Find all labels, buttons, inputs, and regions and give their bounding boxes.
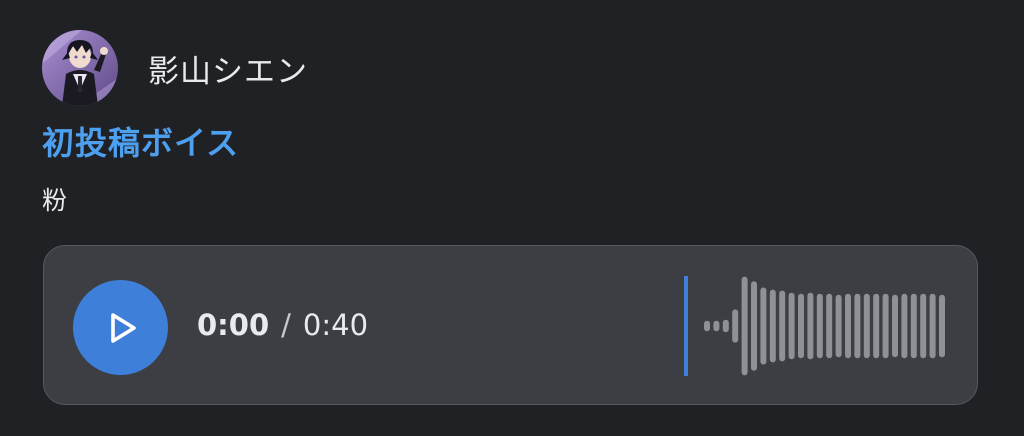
waveform-bar xyxy=(939,294,945,358)
waveform-bar xyxy=(882,293,889,359)
waveform-bar xyxy=(863,293,870,359)
waveform-bar xyxy=(798,293,804,359)
waveform-bar xyxy=(769,289,776,363)
author-avatar[interactable] xyxy=(42,30,118,106)
total-duration: 0:40 xyxy=(302,308,369,342)
waveform-graphic xyxy=(684,276,945,376)
waveform-bar xyxy=(741,276,748,376)
current-time: 0:00 xyxy=(197,308,270,342)
waveform-bar xyxy=(807,292,814,360)
waveform-bar xyxy=(751,281,757,371)
waveform-bar xyxy=(892,294,898,358)
post-title-link[interactable]: 初投稿ボイス xyxy=(42,118,239,164)
audio-player: 0:00 / 0:40 xyxy=(43,245,978,405)
waveform-bar xyxy=(704,320,710,332)
time-separator: / xyxy=(281,308,291,342)
waveform-bar xyxy=(901,293,908,359)
waveform-bar xyxy=(920,293,927,359)
waveform-bar xyxy=(788,292,795,360)
waveform-bar xyxy=(845,293,851,359)
waveform-bar xyxy=(779,290,786,362)
waveform-bar xyxy=(722,319,729,333)
waveform-bar xyxy=(873,293,880,359)
waveform-bar xyxy=(760,287,767,365)
waveform-bar xyxy=(816,293,823,359)
waveform-bar xyxy=(929,293,936,359)
waveform-bar xyxy=(910,293,917,359)
waveform-seekbar[interactable] xyxy=(680,270,960,382)
play-icon xyxy=(110,312,136,343)
waveform-bar xyxy=(854,293,861,359)
waveform-bar xyxy=(732,309,739,343)
waveform-bar xyxy=(835,294,842,358)
waveform-bar xyxy=(826,293,833,359)
avatar-illustration xyxy=(42,30,118,106)
author-name[interactable]: 影山シエン xyxy=(148,46,308,91)
post-body-text: 粉 xyxy=(42,186,68,215)
voice-post: 影山シエン 初投稿ボイス 粉 0:00 / 0:40 xyxy=(0,0,1024,436)
waveform-bar xyxy=(713,320,720,332)
time-display: 0:00 / 0:40 xyxy=(197,308,368,342)
playhead-marker xyxy=(684,276,688,376)
author-header: 影山シエン xyxy=(42,30,308,106)
play-button[interactable] xyxy=(73,280,168,375)
